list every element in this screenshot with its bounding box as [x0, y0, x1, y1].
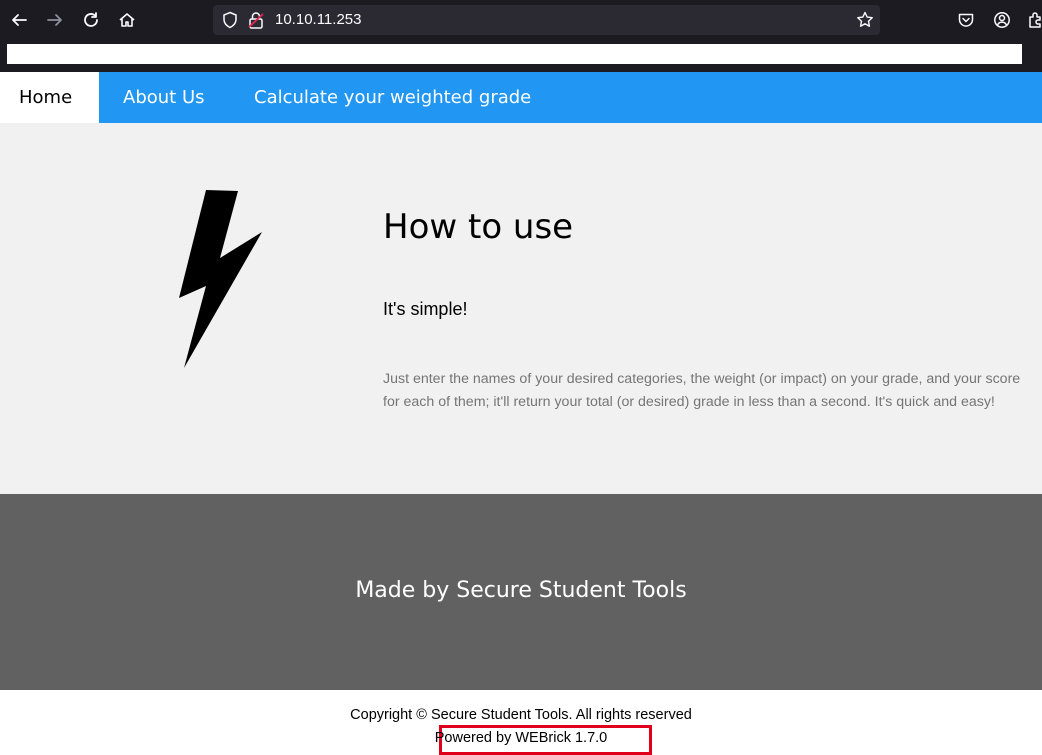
nav-home-label: Home	[19, 87, 73, 108]
home-icon[interactable]	[115, 8, 139, 32]
lock-icon[interactable]	[248, 11, 264, 29]
copyright-text: Copyright © Secure Student Tools. All ri…	[350, 707, 692, 723]
back-arrow-icon[interactable]	[7, 8, 31, 32]
nav-about-us-label: About Us	[123, 87, 205, 108]
reload-icon[interactable]	[79, 8, 103, 32]
lightning-bolt-icon	[179, 190, 262, 368]
browser-toolbar: 10.10.11.253	[0, 0, 1042, 41]
account-icon[interactable]	[990, 8, 1014, 32]
page-title: How to use	[383, 207, 574, 247]
bottom-footer: Copyright © Secure Student Tools. All ri…	[0, 690, 1042, 755]
site-nav: Home About Us Calculate your weighted gr…	[0, 72, 1042, 123]
nav-calculate-grade-label: Calculate your weighted grade	[254, 87, 532, 108]
star-icon[interactable]	[856, 11, 874, 29]
url-bar[interactable]: 10.10.11.253	[213, 5, 880, 35]
powered-by-text: Powered by WEBrick 1.7.0	[434, 730, 608, 746]
shield-icon[interactable]	[221, 11, 239, 29]
extensions-icon[interactable]	[1024, 8, 1042, 32]
nav-home[interactable]: Home	[0, 72, 99, 123]
forward-arrow-icon[interactable]	[43, 8, 67, 32]
page-subtitle: It's simple!	[383, 299, 468, 319]
nav-calculate-grade[interactable]: Calculate your weighted grade	[235, 72, 550, 123]
nav-about-us[interactable]: About Us	[104, 72, 224, 123]
pocket-icon[interactable]	[954, 8, 978, 32]
made-by-heading: Made by Secure Student Tools	[355, 578, 687, 603]
bookmarks-bar-overlay	[7, 44, 1022, 64]
how-to-use-section: How to use It's simple! Just enter the n…	[0, 123, 1042, 494]
how-to-use-description: Just enter the names of your desired cat…	[383, 371, 1021, 410]
footer-band: Made by Secure Student Tools	[0, 494, 1042, 690]
bookmarks-toolbar	[0, 41, 1042, 72]
url-text[interactable]: 10.10.11.253	[275, 11, 361, 29]
